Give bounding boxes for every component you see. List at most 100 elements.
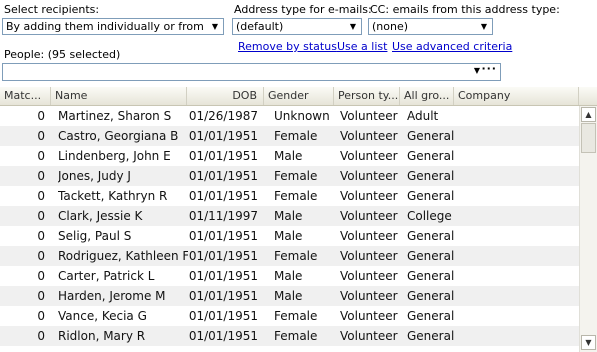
column-header-dob[interactable]: DOB [187, 87, 264, 105]
cell-group: General [407, 269, 455, 283]
cell-company [460, 206, 575, 226]
table-row[interactable]: 0 Rodriguez, Kathleen F 01/01/1951 Female Vo… [0, 246, 579, 266]
cell-person-type: Volunteer [340, 269, 398, 283]
cell-company [460, 286, 575, 306]
cell-company [460, 146, 575, 166]
cell-match: 0 [37, 189, 45, 203]
cell-gender: Female [274, 129, 318, 143]
cell-group: College [407, 209, 452, 223]
cell-gender: Female [274, 329, 318, 343]
cell-person-type: Volunteer [340, 189, 398, 203]
table-row[interactable]: 0 Tackett, Kathryn R 01/01/1951 Female Volun… [0, 186, 579, 206]
cell-gender: Male [274, 289, 303, 303]
cell-name: Selig, Paul S [58, 229, 132, 243]
table-row[interactable]: 0 Harden, Jerome M 01/01/1951 Male Volunteer… [0, 286, 579, 306]
cell-match: 0 [37, 249, 45, 263]
cell-match: 0 [37, 229, 45, 243]
cell-dob: 01/01/1951 [188, 249, 258, 263]
address-type-select-value: (default) [236, 20, 284, 33]
cell-gender: Female [274, 169, 318, 183]
cell-company [460, 326, 575, 346]
cell-group: General [407, 249, 455, 263]
cell-name: Lindenberg, John E [58, 149, 171, 163]
cell-company [460, 106, 575, 126]
cell-group: Adult [407, 109, 439, 123]
chevron-down-icon[interactable]: ▼ [207, 19, 223, 34]
cell-match: 0 [37, 329, 45, 343]
cell-person-type: Volunteer [340, 249, 398, 263]
table-row[interactable]: 0 Martinez, Sharon S 01/26/1987 Unknown Volu… [0, 106, 579, 126]
cell-name: Vance, Kecia G [58, 309, 147, 323]
address-type-select[interactable]: (default) ▼ [232, 18, 362, 35]
chevron-down-icon[interactable]: ▼ [345, 19, 361, 34]
cell-dob: 01/26/1987 [188, 109, 258, 123]
remove-by-status-link[interactable]: Remove by status [238, 40, 337, 53]
cell-match: 0 [37, 149, 45, 163]
cc-select-value: (none) [372, 20, 409, 33]
recipients-select-value: By adding them individually or from list… [6, 20, 224, 33]
column-header-gender[interactable]: Gender [264, 87, 334, 105]
cell-company [460, 306, 575, 326]
table-row[interactable]: 0 Ridlon, Mary R 01/01/1951 Female Volunteer… [0, 326, 579, 346]
cell-match: 0 [37, 289, 45, 303]
scroll-up-icon[interactable]: ▲ [581, 107, 596, 122]
cell-name: Tackett, Kathryn R [58, 189, 168, 203]
cell-dob: 01/11/1997 [188, 209, 258, 223]
more-options-button[interactable]: ··· [481, 62, 497, 75]
recipients-select[interactable]: By adding them individually or from list… [2, 18, 224, 35]
cell-person-type: Volunteer [340, 289, 398, 303]
cell-company [460, 266, 575, 286]
cell-match: 0 [37, 209, 45, 223]
table-row[interactable]: 0 Clark, Jessie K 01/11/1997 Male Volunteer C… [0, 206, 579, 226]
cell-group: General [407, 189, 455, 203]
cell-name: Ridlon, Mary R [58, 329, 146, 343]
use-a-list-link[interactable]: Use a list [337, 40, 387, 53]
people-field[interactable]: ▼ ··· [2, 62, 501, 81]
cell-match: 0 [37, 169, 45, 183]
cell-dob: 01/01/1951 [188, 289, 258, 303]
cell-group: General [407, 129, 455, 143]
cc-select[interactable]: (none) ▼ [368, 18, 493, 35]
cell-company [460, 166, 575, 186]
column-header-all-groups[interactable]: All gro... [400, 87, 454, 105]
cell-dob: 01/01/1951 [188, 149, 258, 163]
cell-company [460, 226, 575, 246]
cell-name: Castro, Georgiana B [58, 129, 179, 143]
vertical-scrollbar[interactable]: ▲ ▼ [579, 106, 597, 352]
table-row[interactable]: 0 Carter, Patrick L 01/01/1951 Male Voluntee… [0, 266, 579, 286]
cell-group: General [407, 169, 455, 183]
column-header-company[interactable]: Company [454, 87, 579, 105]
cell-gender: Male [274, 149, 303, 163]
table-row[interactable]: 0 Selig, Paul S 01/01/1951 Male Volunteer Gen… [0, 226, 579, 246]
cc-label: CC: emails from this address type: [370, 3, 560, 16]
cell-match: 0 [37, 309, 45, 323]
table-row[interactable]: 0 Castro, Georgiana B 01/01/1951 Female Volu… [0, 126, 579, 146]
column-header-person-type[interactable]: Person ty... [334, 87, 400, 105]
chevron-down-icon[interactable]: ▼ [474, 66, 480, 75]
cell-gender: Female [274, 309, 318, 323]
cell-person-type: Volunteer [340, 169, 398, 183]
cell-dob: 01/01/1951 [188, 269, 258, 283]
cell-gender: Unknown [274, 109, 330, 123]
grid-header: Matc... Name DOB Gender Person ty... All… [0, 87, 597, 106]
cell-person-type: Volunteer [340, 229, 398, 243]
use-advanced-criteria-link[interactable]: Use advanced criteria [392, 40, 512, 53]
cell-name: Harden, Jerome M [58, 289, 166, 303]
table-row[interactable]: 0 Vance, Kecia G 01/01/1951 Female Volunteer… [0, 306, 579, 326]
column-header-match[interactable]: Matc... [0, 87, 51, 105]
cell-person-type: Volunteer [340, 149, 398, 163]
chevron-down-icon[interactable]: ▼ [476, 19, 492, 34]
people-label: People: (95 selected) [4, 48, 121, 61]
cell-person-type: Volunteer [340, 129, 398, 143]
cell-name: Martinez, Sharon S [58, 109, 172, 123]
table-row[interactable]: 0 Lindenberg, John E 01/01/1951 Male Volunte… [0, 146, 579, 166]
cell-dob: 01/01/1951 [188, 129, 258, 143]
cell-dob: 01/01/1951 [188, 169, 258, 183]
scroll-down-icon[interactable]: ▼ [581, 335, 596, 350]
cell-group: General [407, 149, 455, 163]
cell-group: General [407, 309, 455, 323]
scrollbar-thumb[interactable] [581, 123, 596, 153]
column-header-name[interactable]: Name [51, 87, 187, 105]
cell-person-type: Volunteer [340, 329, 398, 343]
table-row[interactable]: 0 Jones, Judy J 01/01/1951 Female Volunteer G… [0, 166, 579, 186]
